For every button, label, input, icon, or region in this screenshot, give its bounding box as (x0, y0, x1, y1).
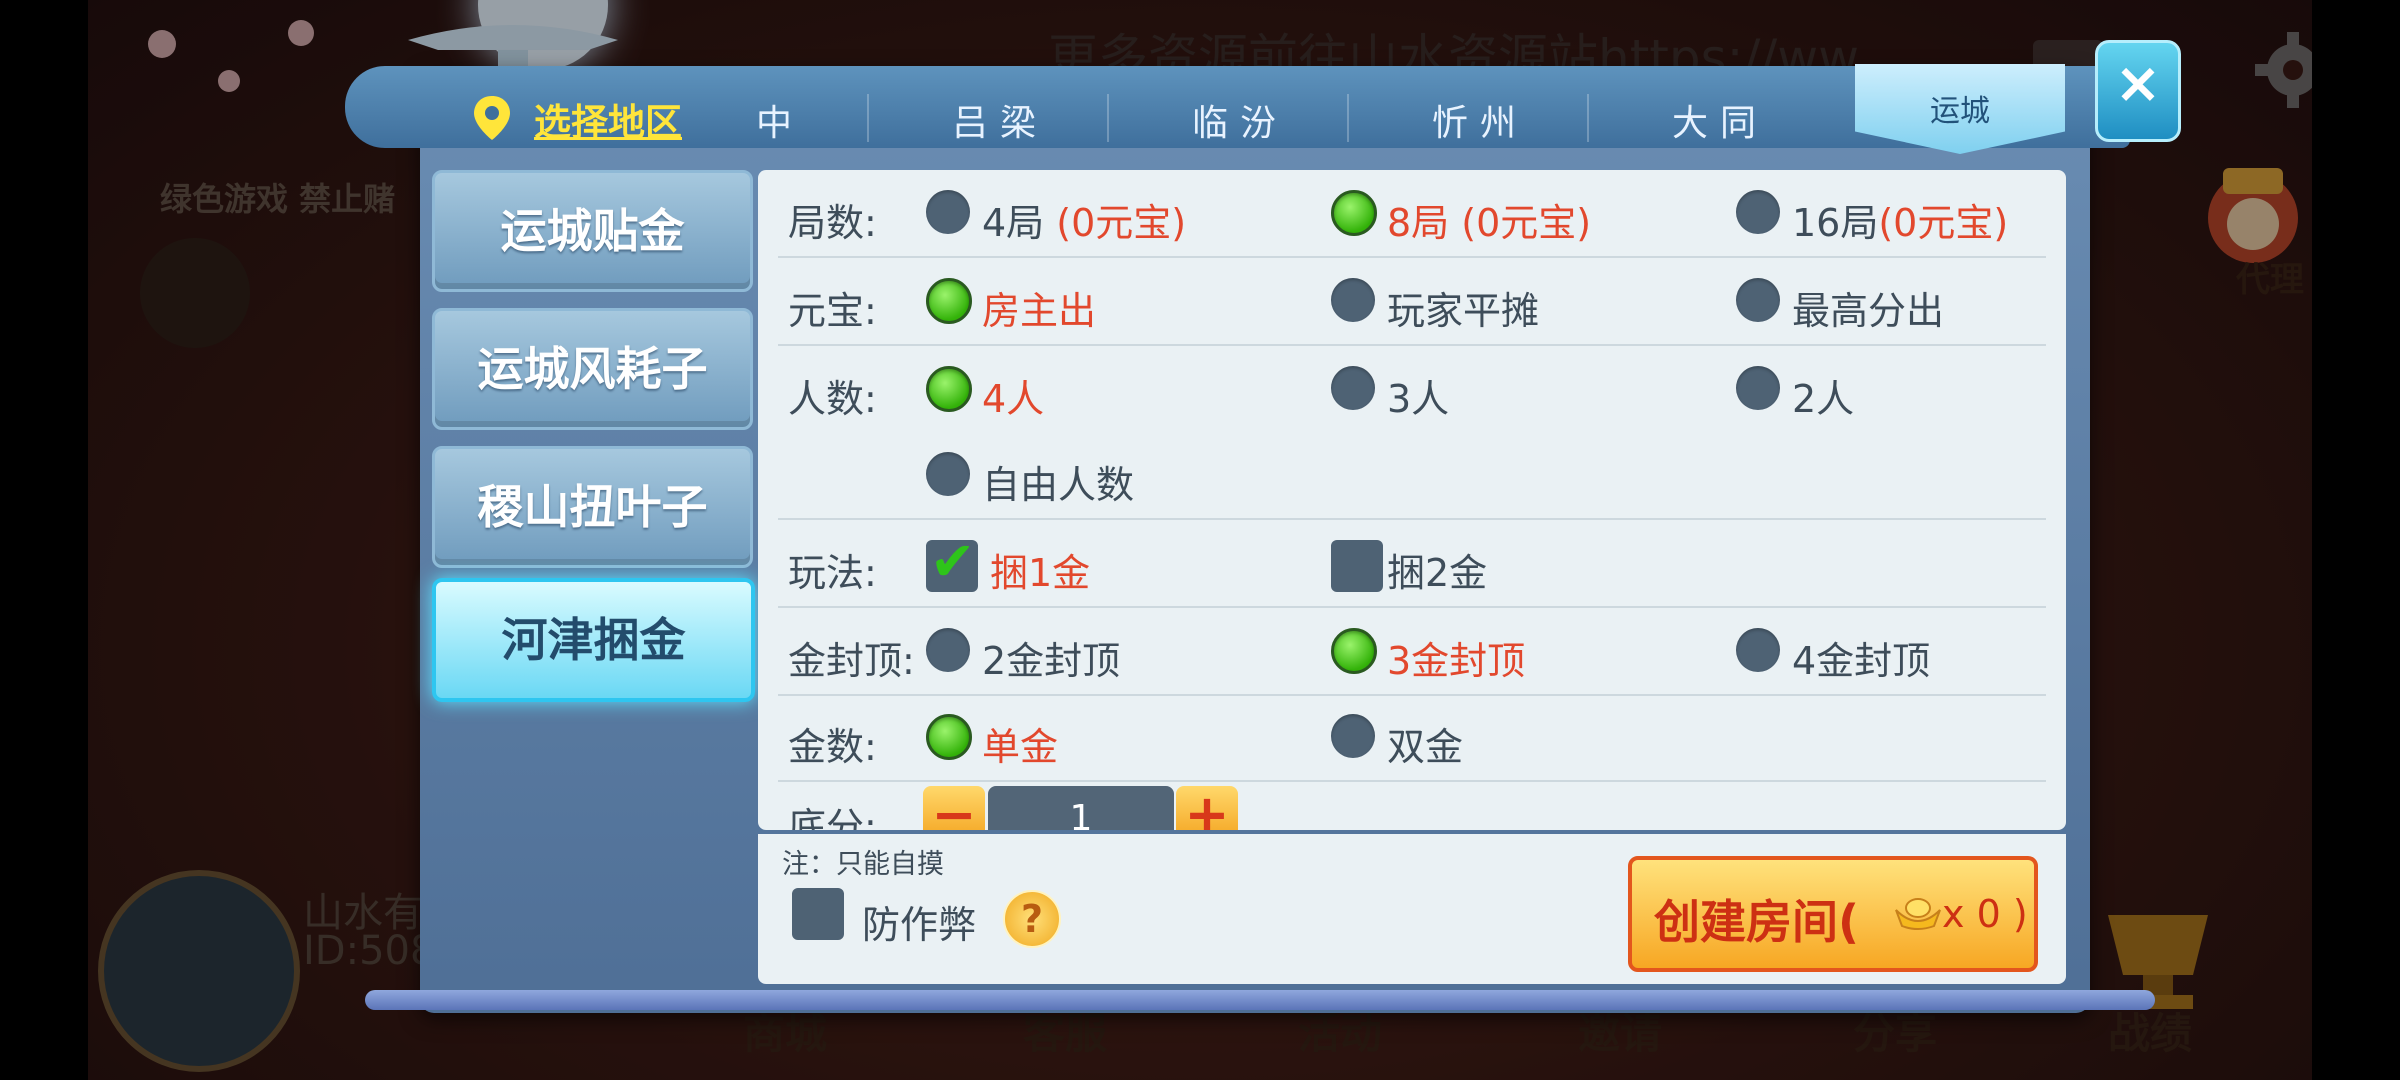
radio-off-icon (1736, 366, 1780, 410)
checkbox-checked-icon: ✔ (926, 530, 978, 593)
game-item-label: 运城贴金 (500, 204, 685, 258)
tab-divider (867, 94, 869, 142)
tab-divider (1587, 94, 1589, 142)
tab-divider (1347, 94, 1349, 142)
city-tabs: 中 吕梁 临汾 忻州 大同 (740, 80, 1850, 150)
base-score-increment-button[interactable]: + (1176, 786, 1238, 830)
checkbox-unchecked-icon (1331, 540, 1383, 592)
option-row-players: 人数: 4人 3人 2人 (778, 346, 2046, 432)
location-pin-icon (474, 96, 510, 140)
anti-cheat-label: 防作弊 (862, 903, 977, 947)
radio-off-icon (926, 190, 970, 234)
close-button[interactable]: × (2095, 40, 2181, 142)
base-score-value-text: 1 (1069, 798, 1093, 830)
anti-cheat-checkbox[interactable] (792, 888, 844, 940)
radio-on-icon (1331, 190, 1377, 236)
game-item-label: 稷山扭叶子 (477, 480, 708, 534)
close-icon: × (2114, 51, 2162, 116)
tab-city-yuncheng-label: 运城 (1930, 94, 1990, 129)
gold-ingot-icon (1895, 898, 1941, 930)
option-label: 局数: (788, 201, 877, 245)
plus-icon: + (1184, 783, 1230, 831)
game-item-label: 运城风耗子 (477, 342, 708, 396)
option-label: 元宝: (788, 289, 877, 333)
option-row-play-mode: 玩法: ✔ 捆1金 捆2金 (778, 520, 2046, 608)
radio-on-icon (1331, 628, 1377, 674)
self-draw-note: 注：只能自摸 (782, 849, 944, 880)
option-text: 自由人数 (982, 463, 1135, 507)
create-room-label: 创建房间( (1654, 895, 1860, 949)
option-text: 3人 (1387, 377, 1450, 421)
dialog-scrollbar[interactable] (365, 990, 2155, 1010)
option-text: 2人 (1792, 377, 1855, 421)
radio-on-icon (926, 366, 972, 412)
radio-off-icon (1331, 366, 1375, 410)
option-row-rounds: 局数: 4局 (0元宝) 8局 (0元宝) 16局(0元宝) (778, 170, 2046, 258)
option-text: 16局(0元宝) (1792, 201, 2009, 245)
tab-city-linfen[interactable]: 临汾 (1140, 94, 1340, 146)
option-row-players-free: 自由人数 (778, 432, 2046, 520)
option-text: 8局 (0元宝) (1387, 201, 1592, 245)
radio-off-icon (1736, 628, 1780, 672)
select-region-link[interactable]: 选择地区 (534, 92, 682, 146)
help-icon[interactable]: ? (1003, 890, 1061, 948)
create-room-button[interactable]: 创建房间( x 0 ) (1628, 856, 2038, 972)
radio-off-icon (926, 452, 970, 496)
help-icon-glyph: ? (1020, 897, 1044, 941)
radio-off-icon (1331, 714, 1375, 758)
option-text: 3金封顶 (1387, 639, 1526, 683)
option-row-ingot: 元宝: 房主出 玩家平摊 最高分出 (778, 258, 2046, 346)
tab-divider (1107, 94, 1109, 142)
radio-off-icon (1331, 278, 1375, 322)
option-row-gold-cap: 金封顶: 2金封顶 3金封顶 4金封顶 (778, 608, 2046, 696)
option-label: 人数: (788, 377, 877, 421)
game-item-yuncheng-tiejin[interactable]: 运城贴金 (432, 170, 753, 292)
base-score-decrement-button[interactable]: − (923, 786, 985, 830)
tab-city-zhong[interactable]: 中 (680, 94, 880, 146)
option-label: 底分: (788, 805, 877, 830)
dialog-footer: 注：只能自摸 防作弊 ? 创建房间( x 0 ) (758, 834, 2066, 984)
radio-on-icon (926, 278, 972, 324)
option-text: 玩家平摊 (1387, 289, 1540, 333)
radio-off-icon (1736, 190, 1780, 234)
option-label: 玩法: (788, 551, 877, 595)
option-label: 金封顶: (788, 639, 915, 683)
option-row-gold-count: 金数: 单金 双金 (778, 694, 2046, 782)
radio-off-icon (926, 628, 970, 672)
option-text: 双金 (1387, 725, 1464, 769)
rule-options-panel: 局数: 4局 (0元宝) 8局 (0元宝) 16局(0元宝) 元宝: 房主出 玩… (758, 170, 2066, 830)
option-text: 房主出 (982, 289, 1097, 333)
tab-city-xinzhou[interactable]: 忻州 (1380, 94, 1580, 146)
option-text: 捆1金 (990, 551, 1091, 595)
radio-on-icon (926, 714, 972, 760)
option-text: 捆2金 (1387, 551, 1488, 595)
create-room-cost: x 0 ) (1942, 892, 2028, 936)
option-text: 4金封顶 (1792, 639, 1931, 683)
option-label: 金数: (788, 725, 877, 769)
tab-city-lvliang[interactable]: 吕梁 (900, 94, 1100, 146)
radio-off-icon (1736, 278, 1780, 322)
tab-city-datong[interactable]: 大同 (1620, 94, 1820, 146)
game-item-label: 河津捆金 (501, 613, 686, 667)
base-score-value: 1 (988, 786, 1174, 830)
option-text: 最高分出 (1792, 289, 1945, 333)
option-text: 4局 (0元宝) (982, 201, 1187, 245)
game-item-yuncheng-fenghaozi[interactable]: 运城风耗子 (432, 308, 753, 430)
game-item-jishan-niuyezi[interactable]: 稷山扭叶子 (432, 446, 753, 568)
option-text: 2金封顶 (982, 639, 1121, 683)
option-text: 单金 (982, 725, 1059, 769)
game-item-hejin-kunjin[interactable]: 河津捆金 (432, 578, 755, 702)
option-text: 4人 (982, 377, 1045, 421)
option-row-base-score: 底分: − 1 + (778, 782, 2046, 830)
minus-icon: − (931, 783, 977, 831)
